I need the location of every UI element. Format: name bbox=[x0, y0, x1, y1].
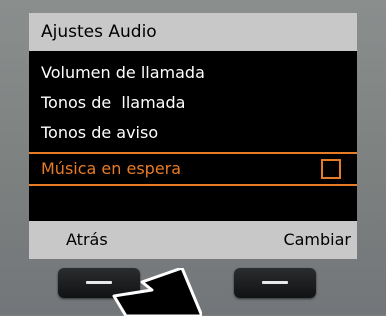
key-bar-icon bbox=[86, 281, 112, 284]
arrow-pointer-icon bbox=[112, 268, 202, 316]
softkey-left-label: Atrás bbox=[66, 230, 108, 249]
menu-item-label: Tonos de aviso bbox=[41, 123, 159, 142]
softkey-bar: Atrás Cambiar bbox=[29, 221, 357, 259]
menu-item-tonos-de-llamada[interactable]: Tonos de llamada bbox=[29, 88, 357, 118]
menu-item-label: Música en espera bbox=[41, 159, 182, 178]
audio-settings-menu: Volumen de llamada Tonos de llamada Tono… bbox=[29, 58, 357, 186]
softkey-right-label: Cambiar bbox=[283, 230, 351, 249]
musica-en-espera-checkbox[interactable] bbox=[321, 159, 341, 179]
screen-title: Ajustes Audio bbox=[29, 13, 357, 51]
menu-item-volumen-de-llamada[interactable]: Volumen de llamada bbox=[29, 58, 357, 88]
menu-item-musica-en-espera[interactable]: Música en espera bbox=[29, 152, 357, 186]
menu-item-label: Volumen de llamada bbox=[41, 63, 205, 82]
menu-item-label: Tonos de llamada bbox=[41, 93, 186, 112]
right-display-key[interactable] bbox=[234, 268, 316, 298]
menu-item-tonos-de-aviso[interactable]: Tonos de aviso bbox=[29, 118, 357, 148]
key-bar-icon bbox=[262, 281, 288, 284]
